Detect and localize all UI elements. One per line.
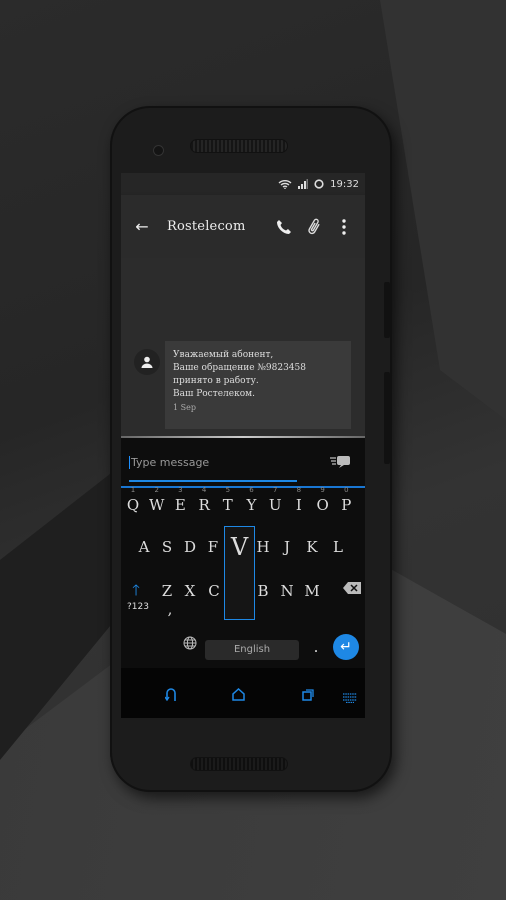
key-k[interactable]: K	[301, 538, 323, 556]
back-icon[interactable]	[164, 686, 177, 705]
app-bar: ← Rostelecom	[121, 195, 365, 258]
composer: Type message	[121, 438, 365, 482]
key-n[interactable]: N	[276, 582, 298, 600]
key-e[interactable]: E3	[169, 486, 191, 514]
key-number-hint: 0	[344, 486, 349, 494]
front-camera	[154, 146, 163, 155]
conversation-area: Уважаемый абонент, Ваше обращение №98234…	[121, 258, 365, 436]
key-u[interactable]: U7	[264, 486, 286, 514]
key-h[interactable]: H	[252, 538, 274, 556]
key-number-hint: 3	[178, 486, 183, 494]
signal-icon	[298, 179, 309, 189]
key-a[interactable]: A	[133, 538, 155, 556]
message-bubble[interactable]: Уважаемый абонент, Ваше обращение №98234…	[165, 341, 351, 429]
key-w[interactable]: W2	[146, 486, 168, 514]
earpiece-speaker	[190, 139, 288, 153]
comma-key[interactable]: ,	[159, 600, 181, 618]
keyboard-panel: Type message V ?123 , English . ↵ 🡑 Q 1 …	[121, 436, 365, 718]
phone-screen: 19:32 ← Rostelecom Уважаемый абонент, Ва…	[121, 173, 365, 718]
bottom-speaker	[190, 757, 288, 771]
message-time: 1 Sep	[173, 403, 196, 412]
key-number-hint: 1	[130, 486, 136, 494]
key-l[interactable]: L	[327, 538, 349, 556]
key-number-hint: 4	[201, 486, 207, 494]
key-b[interactable]: B	[252, 582, 274, 600]
key-f[interactable]: F	[202, 538, 224, 556]
period-key[interactable]: .	[305, 638, 327, 656]
enter-key[interactable]: ↵	[333, 634, 359, 660]
key-i[interactable]: I8	[288, 486, 310, 514]
key-m[interactable]: M	[301, 582, 323, 600]
phone-icon[interactable]	[273, 216, 295, 238]
conversation-title: Rostelecom	[167, 219, 246, 234]
key-d[interactable]: D	[179, 538, 201, 556]
key-q[interactable]: Q1	[122, 486, 144, 514]
key-t[interactable]: T5	[217, 486, 239, 514]
status-time: 19:32	[330, 178, 359, 190]
key-c[interactable]: C	[203, 582, 225, 600]
key-z[interactable]: Z	[156, 582, 178, 600]
key-number-hint: 5	[225, 486, 231, 494]
person-icon	[134, 349, 160, 375]
key-number-hint: 2	[154, 486, 159, 494]
key-number-hint: 9	[320, 486, 325, 494]
key-p[interactable]: P0	[335, 486, 357, 514]
message-line: Ваше обращение №9823458	[173, 363, 306, 373]
message-line: Ваш Ростелеком.	[173, 389, 255, 399]
key-o[interactable]: O9	[312, 486, 334, 514]
key-j[interactable]: J	[276, 538, 298, 556]
key-r[interactable]: R4	[193, 486, 215, 514]
key-preview-popup: V	[224, 526, 255, 620]
home-icon[interactable]	[232, 686, 245, 705]
volume-button	[384, 372, 390, 464]
paperclip-icon[interactable]	[303, 216, 325, 238]
key-number-hint: 7	[272, 486, 278, 494]
key-s[interactable]: S	[156, 538, 178, 556]
enter-icon: ↵	[340, 639, 352, 655]
key-y[interactable]: Y6	[241, 486, 263, 514]
arrow-left-icon[interactable]: ←	[131, 216, 153, 238]
space-key[interactable]: English	[205, 640, 299, 660]
message-line: принято в работу.	[173, 376, 259, 386]
globe-icon[interactable]	[179, 636, 201, 654]
navigation-bar	[121, 668, 365, 718]
input-underline	[129, 480, 297, 482]
key-number-hint: 8	[296, 486, 302, 494]
power-button	[384, 282, 390, 338]
message-input[interactable]: Type message	[129, 456, 209, 469]
recents-icon[interactable]	[302, 686, 314, 705]
key-x[interactable]: X	[179, 582, 201, 600]
wifi-icon	[278, 180, 292, 189]
quick-reply-icon[interactable]	[329, 454, 351, 473]
key-number-hint: 6	[249, 486, 254, 494]
more-vert-icon[interactable]	[333, 216, 355, 238]
battery-ring-icon	[314, 179, 324, 189]
backspace-key[interactable]	[341, 580, 363, 598]
status-bar: 19:32	[121, 173, 365, 195]
shift-key[interactable]: 🡑	[125, 580, 147, 605]
keyboard-icon[interactable]	[343, 688, 357, 707]
message-line: Уважаемый абонент,	[173, 350, 274, 360]
keyboard: V ?123 , English . ↵ 🡑 Q 1 W 2 E 3 R 4 T…	[121, 486, 365, 718]
